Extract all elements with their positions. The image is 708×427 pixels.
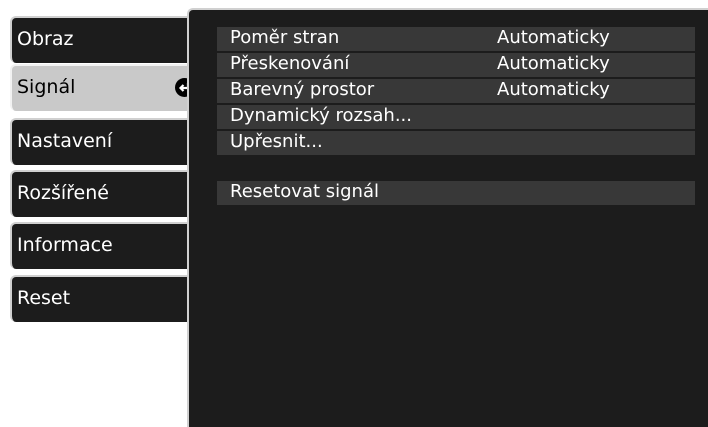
menu-tab-nastaveni[interactable]: Nastavení <box>10 118 187 165</box>
setting-row-upresnit[interactable]: Upřesnit... <box>217 131 695 155</box>
menu-tab-informace[interactable]: Informace <box>10 222 187 269</box>
side-menu: Obraz Signál Nastavení Rozšířené Informa… <box>0 0 202 427</box>
setting-row-barevny-prostor[interactable]: Barevný prostor Automaticky <box>217 79 695 103</box>
setting-row-pomer-stran[interactable]: Poměr stran Automaticky <box>217 27 695 51</box>
setting-label: Poměr stran <box>230 27 340 48</box>
menu-tab-label: Rozšířené <box>17 182 109 204</box>
setting-row-preskenovani[interactable]: Přeskenování Automaticky <box>217 53 695 77</box>
setting-label: Upřesnit... <box>230 131 323 152</box>
menu-tab-label: Signál <box>17 76 76 98</box>
menu-tab-reset[interactable]: Reset <box>10 275 187 322</box>
setting-label: Barevný prostor <box>230 79 375 100</box>
setting-value: Automaticky <box>497 53 610 74</box>
reset-signal-label: Resetovat signál <box>230 181 380 202</box>
menu-tab-label: Obraz <box>17 28 74 50</box>
setting-value: Automaticky <box>497 27 610 48</box>
setting-label: Přeskenování <box>230 53 350 74</box>
setting-value: Automaticky <box>497 79 610 100</box>
reset-signal-row[interactable]: Resetovat signál <box>217 181 695 205</box>
setting-label: Dynamický rozsah... <box>230 105 412 126</box>
menu-tab-label: Nastavení <box>17 130 113 152</box>
menu-tab-label: Informace <box>17 234 113 256</box>
menu-tab-rozsirene[interactable]: Rozšířené <box>10 170 187 217</box>
menu-tab-signal[interactable]: Signál <box>10 64 202 111</box>
setting-row-dynamicky-rozsah[interactable]: Dynamický rozsah... <box>217 105 695 129</box>
menu-tab-obraz[interactable]: Obraz <box>10 16 187 63</box>
menu-tab-label: Reset <box>17 287 71 309</box>
